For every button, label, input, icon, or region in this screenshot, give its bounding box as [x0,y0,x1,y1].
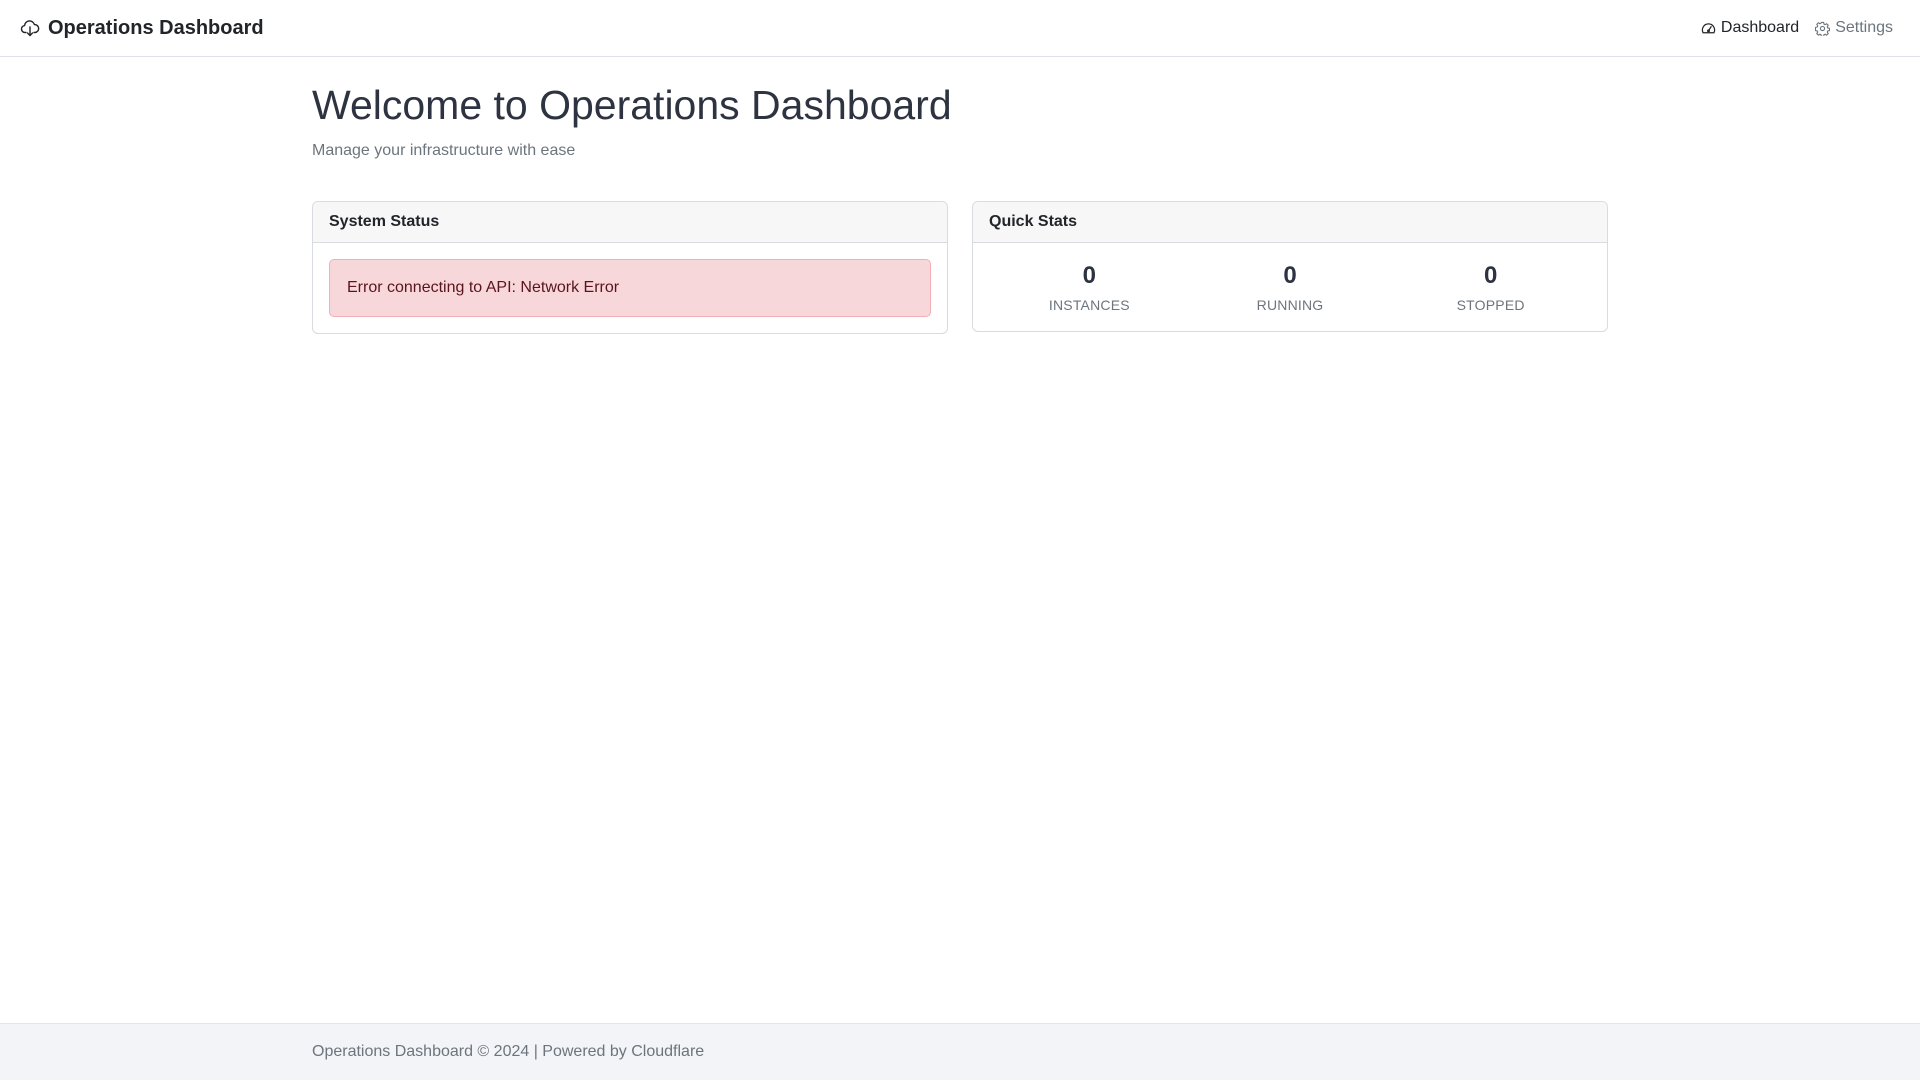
system-status-header: System Status [313,202,947,243]
quick-stats-card: Quick Stats 0 INSTANCES 0 RUNNING 0 STOP… [972,201,1608,333]
stat-running: 0 RUNNING [1190,262,1391,314]
stat-running-label: RUNNING [1256,297,1324,314]
system-status-card: System Status Error connecting to API: N… [312,201,948,334]
stat-stopped-value: 0 [1484,262,1498,289]
main-content: Welcome to Operations Dashboard Manage y… [312,57,1608,334]
stat-stopped-label: STOPPED [1456,297,1525,314]
page-footer: Operations Dashboard © 2024 | Powered by… [0,1023,1920,1080]
stat-stopped: 0 STOPPED [1390,262,1591,314]
stat-instances: 0 INSTANCES [989,262,1190,314]
stat-running-value: 0 [1283,262,1297,289]
cards-row: System Status Error connecting to API: N… [312,201,1608,334]
stat-instances-label: INSTANCES [1048,297,1130,314]
nav-link-dashboard-label: Dashboard [1720,19,1800,36]
api-error-alert: Error connecting to API: Network Error [329,259,931,317]
nav-link-settings[interactable]: Settings [1815,19,1893,37]
system-status-body: Error connecting to API: Network Error [313,243,947,333]
stat-instances-value: 0 [1082,262,1097,289]
brand-link[interactable]: Operations Dashboard [20,17,264,40]
page-subtitle: Manage your infrastructure with ease [312,142,576,160]
quick-stats-header: Quick Stats [973,202,1607,243]
nav-link-settings-label: Settings [1835,19,1893,36]
nav-link-dashboard[interactable]: Dashboard [1701,19,1799,37]
gear-icon [1815,21,1831,36]
speedometer-icon [1701,21,1716,36]
top-navbar: Operations Dashboard Dashboard Settings [0,0,1920,57]
page-title: Welcome to Operations Dashboard [312,82,952,128]
footer-text: Operations Dashboard © 2024 | Powered by… [312,1043,705,1060]
cloud-download-icon [20,18,40,38]
brand-title: Operations Dashboard [48,16,264,39]
nav-links: Dashboard Settings [1701,19,1900,37]
quick-stats-body: 0 INSTANCES 0 RUNNING 0 STOPPED [973,243,1607,331]
